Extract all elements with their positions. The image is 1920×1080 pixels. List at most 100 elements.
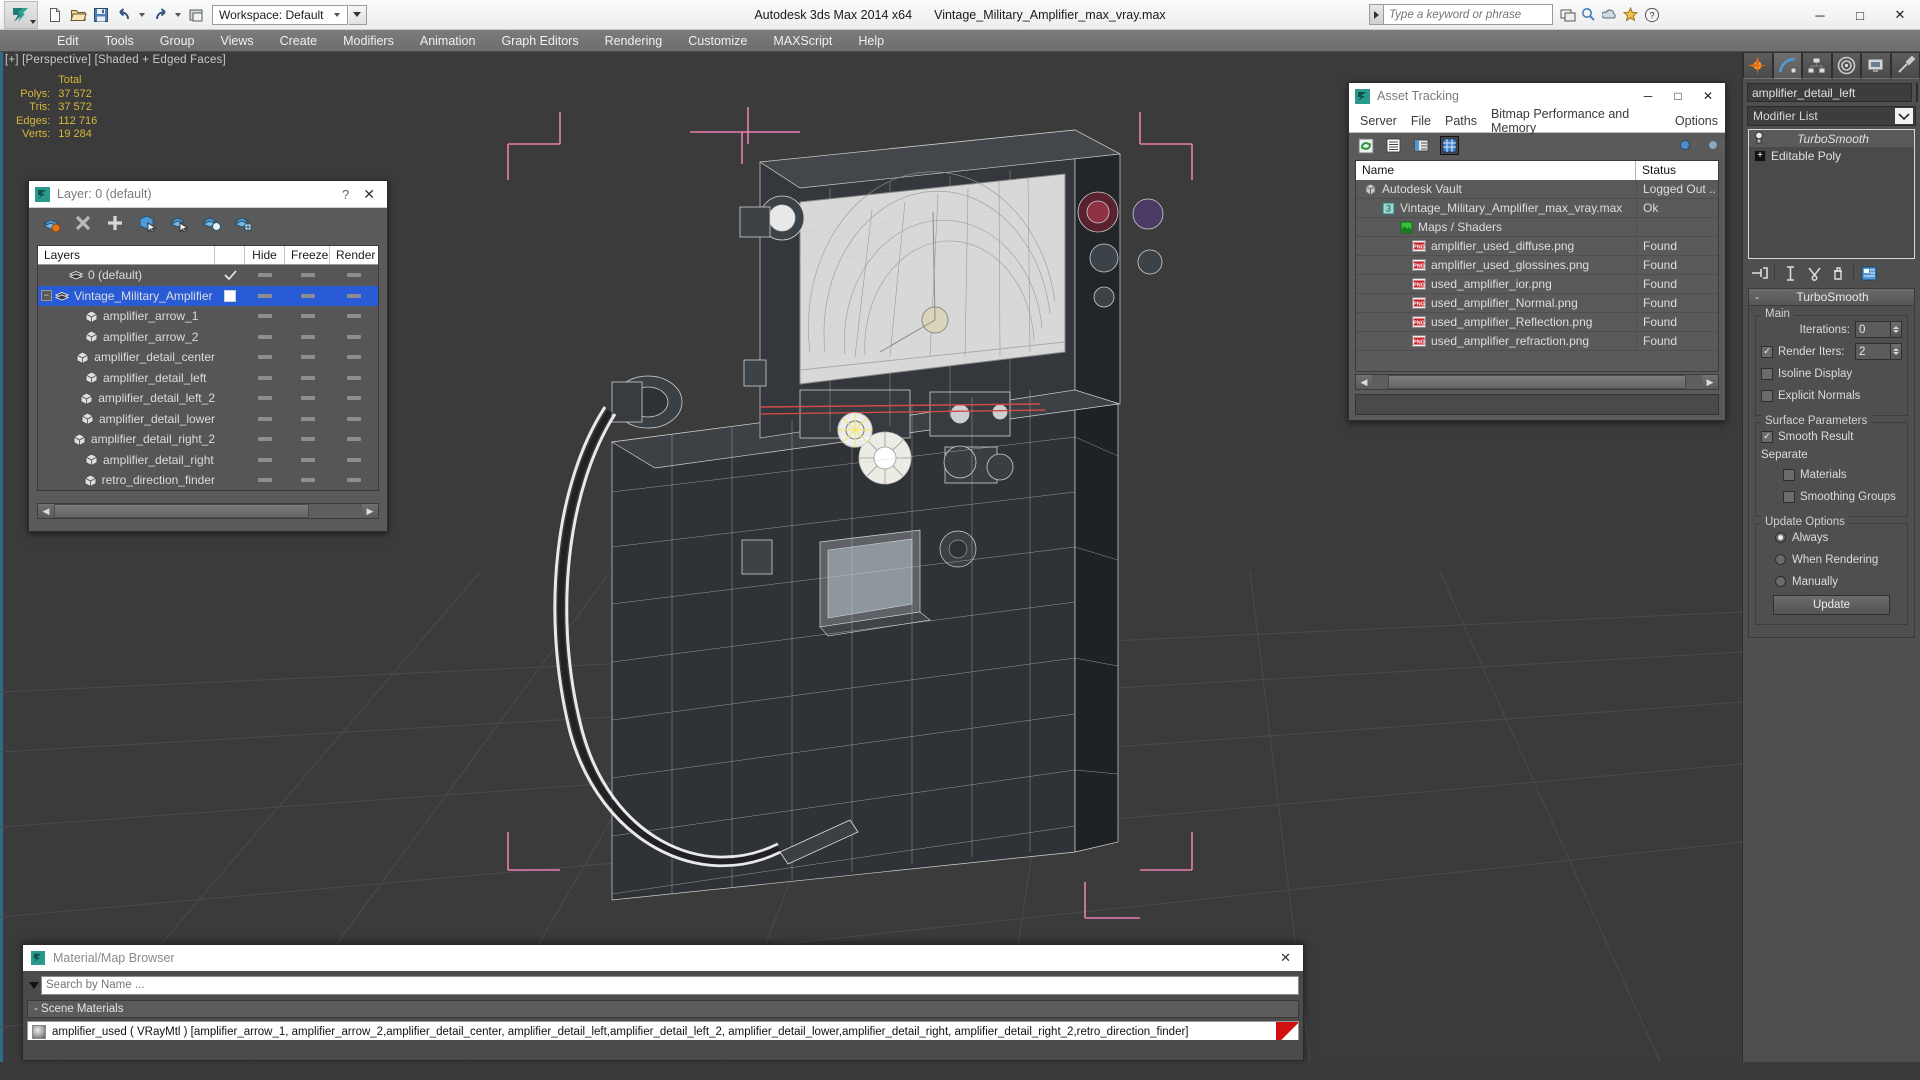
layer-dialog-help-button[interactable]: ?: [334, 187, 357, 202]
layer-hide-cell[interactable]: [245, 334, 285, 339]
app-menu-button[interactable]: [4, 0, 38, 29]
layer-expander-icon[interactable]: −: [41, 290, 52, 302]
update-option-row[interactable]: Always: [1761, 528, 1902, 547]
layer-render-cell[interactable]: [330, 478, 378, 483]
layer-row[interactable]: amplifier_arrow_2: [38, 327, 378, 348]
asset-menu-file[interactable]: File: [1404, 114, 1438, 128]
make-unique-icon[interactable]: [1803, 263, 1825, 283]
layer-row[interactable]: 0 (default): [38, 265, 378, 286]
layer-hide-cell[interactable]: [245, 355, 285, 360]
layer-render-cell[interactable]: [330, 375, 378, 380]
update-radio-always[interactable]: [1775, 532, 1786, 543]
layer-row[interactable]: amplifier_detail_right: [38, 450, 378, 471]
autodesk-360-icon[interactable]: [1601, 6, 1618, 23]
asset-horizontal-scrollbar[interactable]: ◀ ▶: [1355, 374, 1719, 390]
layer-freeze-cell[interactable]: [285, 457, 330, 462]
layer-row[interactable]: amplifier_arrow_1: [38, 306, 378, 327]
asset-scroll-right-button[interactable]: ▶: [1702, 375, 1718, 389]
layer-hide-cell[interactable]: [245, 416, 285, 421]
redo-button[interactable]: [149, 4, 171, 26]
check-in-icon[interactable]: ?: [1678, 136, 1697, 155]
object-name-field[interactable]: [1747, 83, 1912, 102]
layer-row[interactable]: amplifier_detail_left: [38, 368, 378, 389]
update-radio-when-rendering[interactable]: [1775, 554, 1786, 565]
select-layer-objects-icon[interactable]: [169, 213, 189, 233]
layer-row-list[interactable]: 0 (default) − Vintage_Military_Amplifier am…: [38, 265, 378, 490]
remove-modifier-icon[interactable]: [1827, 263, 1849, 283]
workspace-dropdown-button[interactable]: [348, 4, 367, 25]
layer-render-cell[interactable]: [330, 355, 378, 360]
asset-minimize-button[interactable]: ─: [1633, 84, 1663, 108]
workspace-selector[interactable]: Workspace: Default: [212, 4, 348, 25]
create-new-layer-icon[interactable]: [41, 213, 61, 233]
communication-center-icon[interactable]: [1559, 6, 1576, 23]
layer-scroll-left-button[interactable]: ◀: [38, 504, 54, 518]
update-button[interactable]: Update: [1773, 595, 1890, 615]
modifier-stack-row[interactable]: TurboSmooth: [1749, 130, 1914, 147]
pin-stack-icon[interactable]: [1748, 263, 1770, 283]
asset-row[interactable]: Maps / Shaders: [1356, 217, 1718, 237]
asset-row[interactable]: 3 Vintage_Military_Amplifier_max_vray.max…: [1356, 198, 1718, 218]
layer-active-cell[interactable]: [215, 289, 245, 302]
asset-row[interactable]: PNG used_amplifier_refraction.png Found: [1356, 331, 1718, 351]
layer-hide-cell[interactable]: [245, 293, 285, 298]
layer-row[interactable]: retro_direction_finder: [38, 470, 378, 490]
iterations-input[interactable]: [1855, 321, 1891, 338]
table-columns-icon[interactable]: [1412, 136, 1431, 155]
layer-freeze-cell[interactable]: [285, 437, 330, 442]
asset-menu-bitmap-performance-and-memory[interactable]: Bitmap Performance and Memory: [1484, 107, 1668, 135]
delete-layer-icon[interactable]: [73, 213, 93, 233]
iterations-spinner-arrows[interactable]: [1891, 321, 1902, 338]
set-project-folder-button[interactable]: [185, 4, 207, 26]
menu-item-customize[interactable]: Customize: [675, 30, 760, 52]
layer-freeze-cell[interactable]: [285, 375, 330, 380]
layer-freeze-cell[interactable]: [285, 334, 330, 339]
layer-render-cell[interactable]: [330, 396, 378, 401]
layer-row[interactable]: amplifier_detail_left_2: [38, 388, 378, 409]
layer-scroll-right-button[interactable]: ▶: [362, 504, 378, 518]
layer-freeze-cell[interactable]: [285, 355, 330, 360]
layer-render-cell[interactable]: [330, 457, 378, 462]
asset-maximize-button[interactable]: □: [1663, 84, 1693, 108]
layer-scroll-thumb[interactable]: [54, 504, 309, 518]
layer-hide-cell[interactable]: [245, 396, 285, 401]
search-dropdown-button[interactable]: [1369, 4, 1383, 25]
asset-scroll-thumb[interactable]: [1388, 375, 1686, 389]
asset-row[interactable]: PNG amplifier_used_diffuse.png Found: [1356, 236, 1718, 256]
update-option-row[interactable]: Manually: [1761, 572, 1902, 591]
maximize-button[interactable]: □: [1840, 0, 1880, 30]
asset-menu-server[interactable]: Server: [1353, 114, 1404, 128]
highlight-selected-objects-icon[interactable]: [201, 213, 221, 233]
menu-item-graph-editors[interactable]: Graph Editors: [488, 30, 591, 52]
modifier-stack-row[interactable]: + Editable Poly: [1749, 147, 1914, 164]
tab-create[interactable]: [1743, 52, 1773, 79]
render-iters-spinner[interactable]: [1855, 343, 1902, 360]
layer-render-cell[interactable]: [330, 334, 378, 339]
layer-settings-icon[interactable]: [233, 213, 253, 233]
layer-freeze-cell[interactable]: [285, 273, 330, 278]
material-search-input[interactable]: [41, 975, 1299, 995]
viewport-label[interactable]: [+] [Perspective] [Shaded + Edged Faces]: [5, 54, 226, 66]
minimize-button[interactable]: ─: [1800, 0, 1840, 30]
layer-render-cell[interactable]: [330, 293, 378, 298]
save-file-button[interactable]: [90, 4, 112, 26]
layer-row[interactable]: amplifier_detail_right_2: [38, 429, 378, 450]
close-button[interactable]: ✕: [1880, 0, 1920, 30]
layer-freeze-cell[interactable]: [285, 416, 330, 421]
menu-item-rendering[interactable]: Rendering: [592, 30, 676, 52]
search-magnifier-icon[interactable]: [1580, 6, 1597, 23]
layer-scroll-track[interactable]: [309, 504, 362, 518]
active-layer-checkbox[interactable]: [224, 289, 236, 302]
asset-row[interactable]: PNG used_amplifier_ior.png Found: [1356, 274, 1718, 294]
layer-freeze-cell[interactable]: [285, 396, 330, 401]
asset-close-button[interactable]: ✕: [1693, 84, 1723, 108]
menu-item-create[interactable]: Create: [267, 30, 331, 52]
modifier-enable-bulb-icon[interactable]: [1753, 131, 1765, 147]
isoline-display-checkbox[interactable]: [1761, 367, 1773, 380]
layer-row[interactable]: amplifier_detail_lower: [38, 409, 378, 430]
modifier-stack[interactable]: TurboSmooth + Editable Poly: [1748, 129, 1915, 259]
grid-view-icon[interactable]: [1440, 136, 1459, 155]
menu-item-help[interactable]: Help: [845, 30, 897, 52]
asset-row-list[interactable]: Autodesk Vault Logged Out .. 3 Vintage_Mili…: [1356, 179, 1718, 351]
layer-freeze-cell[interactable]: [285, 314, 330, 319]
